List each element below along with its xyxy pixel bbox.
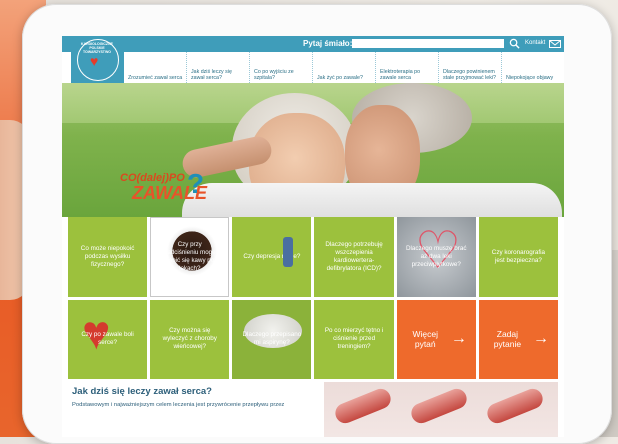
ask-label: Pytaj śmiało: xyxy=(303,39,353,48)
artery-icon xyxy=(332,385,394,427)
tile-koronarografia[interactable]: Czy koronarografia jest bezpieczna? xyxy=(478,217,558,297)
artery-illustration xyxy=(324,382,558,437)
tile-label: Czy po zawale boli serce? xyxy=(81,331,134,347)
artery-icon xyxy=(408,385,470,427)
mail-icon[interactable] xyxy=(549,40,561,48)
article-title: Jak dziś się leczy zawał serca? xyxy=(72,386,212,397)
tile-bol-serca[interactable]: ♥ Czy po zawale boli serce? xyxy=(68,299,148,379)
tile-choroba-wiencowa[interactable]: Czy można się wyleczyć z choroby wieńcow… xyxy=(150,299,230,379)
more-questions-button[interactable]: Więcej pytań → xyxy=(396,299,476,379)
hero-photo-shirt xyxy=(182,183,562,217)
arrow-right-icon: → xyxy=(450,330,467,348)
search-icon[interactable] xyxy=(509,38,520,49)
article-text: Podstawowym i najważniejszym celem lecze… xyxy=(72,402,285,408)
tile-label: Zadaj pytanie xyxy=(493,328,522,350)
hero-banner: CO(dalej)PO ZAWALE ? xyxy=(62,83,564,217)
tile-icd[interactable]: Dlaczego potrzebuję wszczepienia kardiow… xyxy=(314,217,394,297)
tile-kawa[interactable]: Czy przy nadciśnieniu mogę napić się kaw… xyxy=(150,217,230,297)
tile-label: Dlaczego potrzebuję wszczepienia kardiow… xyxy=(325,241,383,272)
tile-depresja[interactable]: Czy depresja minie? xyxy=(232,217,312,297)
article-section: Jak dziś się leczy zawał serca? Podstawo… xyxy=(68,382,558,437)
tile-label: Więcej pytań xyxy=(412,328,438,350)
tile-wysilek[interactable]: Co może niepokoić podczas wysiłku fizycz… xyxy=(68,217,148,297)
nav-item-jak-zyc[interactable]: Jak żyć po zawale? xyxy=(313,52,376,83)
top-bar: Pytaj śmiało: Kontakt xyxy=(62,36,564,52)
ask-question-button[interactable]: Zadaj pytanie → xyxy=(478,299,558,379)
tile-label: Czy koronarografia jest bezpieczna? xyxy=(491,248,545,264)
tablet-screen: Pytaj śmiało: Kontakt KARDIOLOGICZNE POL… xyxy=(62,36,564,437)
tile-label: Czy można się wyleczyć z choroby wieńcow… xyxy=(162,327,217,351)
tile-label: Dlaczego muszę brać aż dwa leki przeciwp… xyxy=(405,244,467,268)
site-logo[interactable]: KARDIOLOGICZNE POLSKIE TOWARZYSTWO ♥ xyxy=(71,36,124,83)
campaign-logo-question: ? xyxy=(187,168,205,199)
artery-icon xyxy=(484,385,546,427)
tile-label: Co może niepokoić podczas wysiłku fizycz… xyxy=(80,244,135,268)
nav-item-leczenie[interactable]: Jak dziś leczy się zawał serca? xyxy=(187,52,250,83)
person-icon xyxy=(283,237,294,267)
nav-item-objawy[interactable]: Niepokojące objawy xyxy=(502,52,564,83)
tile-label: Czy przy nadciśnieniu mogę napić się kaw… xyxy=(163,241,216,272)
contact-link[interactable]: Kontakt xyxy=(525,40,545,46)
ask-input[interactable] xyxy=(352,39,504,48)
nav-item-po-szpitalu[interactable]: Co po wyjściu ze szpitala? xyxy=(250,52,313,83)
tile-tetno[interactable]: Po co mierzyć tętno i ciśnienie przed tr… xyxy=(314,299,394,379)
tile-label: Po co mierzyć tętno i ciśnienie przed tr… xyxy=(324,327,384,351)
question-grid: Co może niepokoić podczas wysiłku fizycz… xyxy=(68,217,558,379)
heart-icon: ♥ xyxy=(90,53,99,69)
tile-leki-przeciwplytkowe[interactable]: ♡ Dlaczego muszę brać aż dwa leki przeci… xyxy=(396,217,476,297)
arrow-right-icon: → xyxy=(532,330,549,348)
nav-item-elektroterapia[interactable]: Elektroterapia po zawale serca xyxy=(376,52,439,83)
main-nav: Zrozumieć zawał serca Jak dziś leczy się… xyxy=(124,52,564,84)
tile-aspiryna[interactable]: Dlaczego przepisano mi aspirynę? xyxy=(232,299,312,379)
tile-label: Dlaczego przepisano mi aspirynę? xyxy=(242,331,302,347)
nav-item-leki[interactable]: Dlaczego powinienem stale przyjmować lek… xyxy=(439,52,502,83)
nav-item-zrozumiec[interactable]: Zrozumieć zawał serca xyxy=(124,52,187,83)
